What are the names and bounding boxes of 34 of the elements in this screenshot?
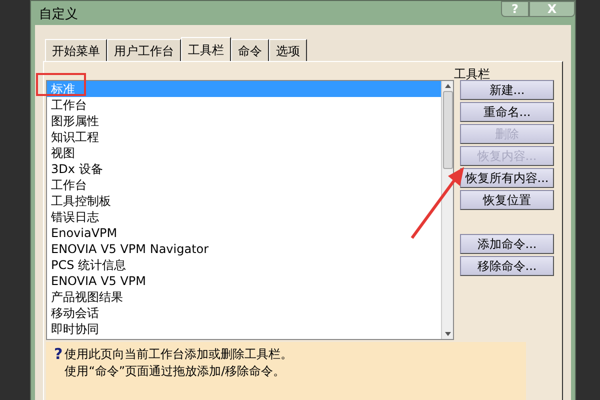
- list-item[interactable]: 工具控制板: [47, 193, 441, 209]
- list-item[interactable]: 工作台: [47, 177, 441, 193]
- list-item[interactable]: 3Dx 设备: [47, 161, 441, 177]
- list-heading: 工具栏: [454, 68, 490, 80]
- toolbar-action-button[interactable]: 移除命令...: [460, 256, 554, 276]
- help-text: 使用此页向当前工作台添加或删除工具栏。: [64, 346, 293, 363]
- list-item[interactable]: 错误日志: [47, 209, 441, 225]
- help-text: 使用“命令”页面通过拖放添加/移除命令。: [64, 363, 286, 380]
- list-item[interactable]: 产品视图结果: [47, 289, 441, 305]
- window-title: 自定义: [39, 6, 78, 24]
- toolbar-action-button[interactable]: 重命名...: [460, 102, 554, 122]
- tab[interactable]: 工具栏: [181, 37, 231, 61]
- tab[interactable]: 选项: [269, 39, 307, 61]
- list-item[interactable]: 视图: [47, 145, 441, 161]
- tab[interactable]: 命令: [231, 39, 269, 61]
- list-item[interactable]: PCS 统计信息: [47, 257, 441, 273]
- scrollbar-thumb[interactable]: [442, 91, 452, 169]
- list-item[interactable]: 移动会话: [47, 305, 441, 321]
- list-item[interactable]: 知识工程: [47, 129, 441, 145]
- list-item[interactable]: EnoviaVPM: [47, 225, 441, 241]
- list-item[interactable]: ENOVIA V5 VPM Navigator: [47, 241, 441, 257]
- list-item[interactable]: 图形属性: [47, 113, 441, 129]
- toolbar-action-button[interactable]: 恢复位置: [460, 190, 554, 210]
- list-item[interactable]: 工作台: [47, 97, 441, 113]
- help-icon: ?: [54, 346, 63, 400]
- toolbar-action-button[interactable]: 恢复所有内容...: [460, 168, 554, 188]
- tab[interactable]: 开始菜单: [45, 39, 107, 61]
- scrollbar[interactable]: [441, 81, 453, 339]
- toolbar-action-button[interactable]: 新建...: [460, 80, 554, 100]
- toolbar-action-button[interactable]: 添加命令...: [460, 234, 554, 254]
- tab[interactable]: 用户工作台: [107, 39, 181, 61]
- highlight-box: [36, 73, 86, 96]
- list-item[interactable]: ENOVIA V5 VPM: [47, 273, 441, 289]
- list-item[interactable]: 即时协同: [47, 321, 441, 337]
